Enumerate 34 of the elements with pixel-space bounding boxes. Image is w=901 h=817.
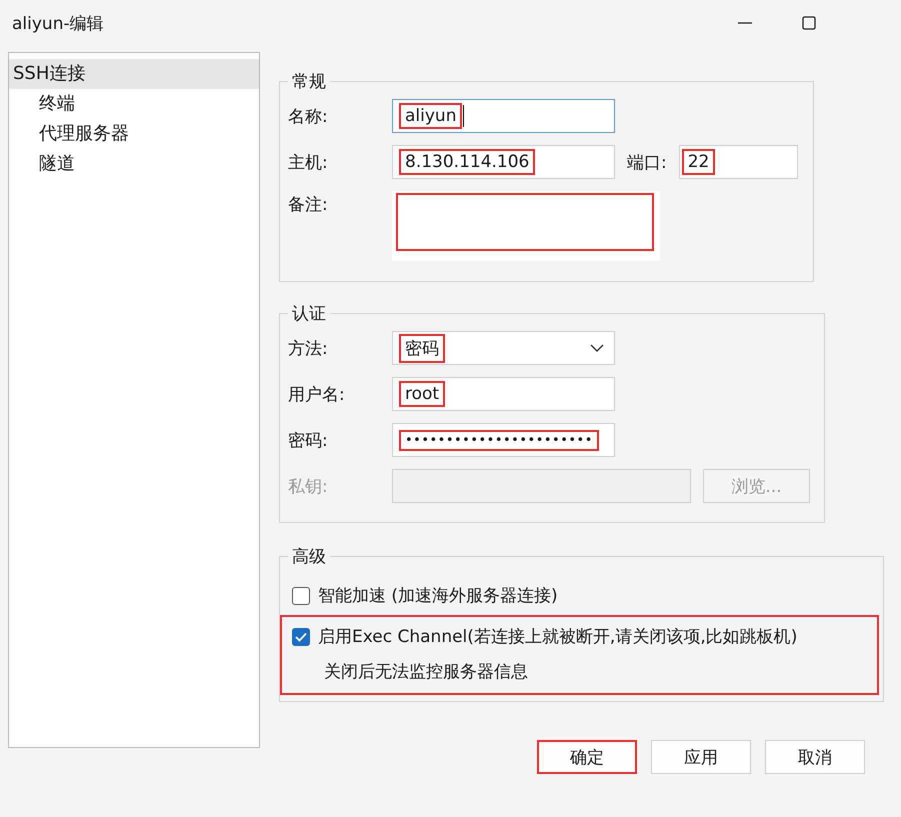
dialog-button[interactable]: 取消 — [765, 740, 865, 774]
window-title: aliyun-编辑 — [12, 12, 104, 34]
field-label: 主机: — [288, 152, 329, 174]
field-label: 备注: — [288, 194, 329, 216]
dropdown[interactable]: 密码 — [392, 331, 615, 365]
group-title: 认证 — [291, 303, 327, 325]
checkbox[interactable] — [292, 628, 310, 646]
tree-item[interactable]: SSH连接 — [9, 59, 259, 89]
input-field[interactable]: 22 — [678, 145, 798, 179]
tree-item[interactable]: 代理服务器 — [9, 119, 259, 149]
password-field[interactable]: ••••••••••••••••••••••• — [392, 423, 615, 457]
checkbox[interactable] — [292, 586, 310, 604]
field-label: 密码: — [288, 430, 329, 452]
input-field[interactable]: 8.130.114.106 — [392, 145, 615, 179]
tree-item[interactable]: 终端 — [9, 89, 259, 119]
dialog-button[interactable]: 应用 — [651, 740, 751, 774]
field-label: 私钥: — [288, 476, 329, 498]
note-text: 关闭后无法监控服务器信息 — [323, 661, 529, 684]
tree-item[interactable]: 隧道 — [9, 149, 259, 179]
minimize-icon — [738, 22, 752, 24]
field-label: 方法: — [288, 338, 329, 360]
input-field[interactable]: aliyun — [392, 99, 615, 133]
input-field[interactable]: root — [392, 377, 615, 411]
checkbox-label: 启用Exec Channel(若连接上就被断开,请关闭该项,比如跳板机) — [318, 626, 798, 648]
field-label: 端口: — [627, 152, 667, 174]
group-title: 高级 — [291, 546, 327, 568]
checkbox-label: 智能加速 (加速海外服务器连接) — [318, 585, 558, 607]
maximize-icon — [801, 15, 817, 31]
group-title: 常规 — [291, 71, 327, 93]
field-label: 用户名: — [288, 384, 346, 406]
dialog-button[interactable]: 确定 — [537, 740, 637, 774]
chevron-down-icon — [590, 344, 604, 352]
field-label: 名称: — [288, 106, 329, 128]
text-area[interactable] — [392, 191, 660, 261]
